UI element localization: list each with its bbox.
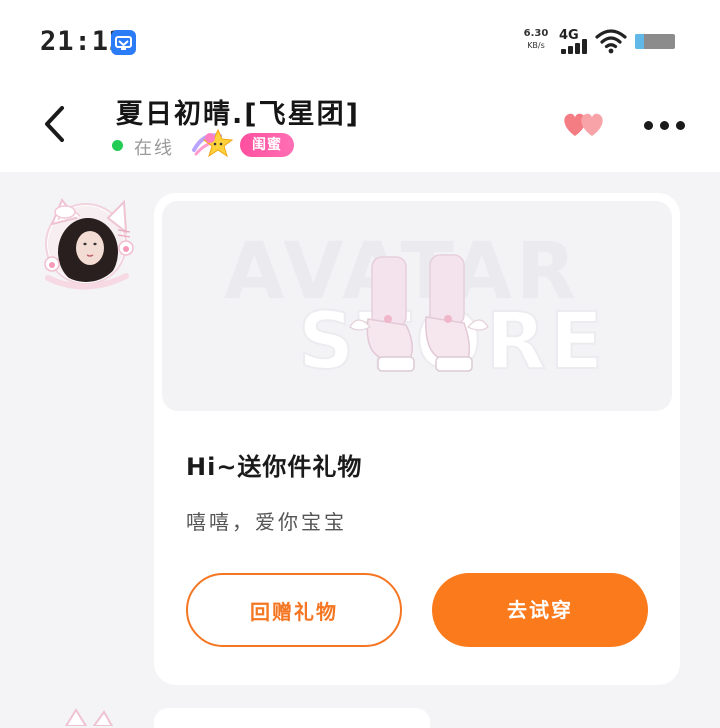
gift-title: Hi~送你件礼物 (186, 453, 363, 481)
return-gift-button[interactable]: 回赠礼物 (186, 573, 402, 647)
gift-message: 嘻嘻，爱你宝宝 (186, 510, 347, 534)
star-badge-icon (192, 128, 234, 158)
net-speed-unit: KB/s (527, 41, 545, 50)
battery-fill (635, 34, 644, 49)
chat-header: 夏日初晴.[飞星团] 在线 闺蜜 (0, 84, 720, 172)
boots-icon (349, 254, 489, 372)
more-icon[interactable] (640, 110, 688, 140)
wifi-icon (595, 29, 627, 54)
try-on-button[interactable]: 去试穿 (432, 573, 648, 647)
chevron-left-icon[interactable] (36, 102, 76, 146)
sender-avatar[interactable] (38, 192, 138, 296)
status-bar: 21:12 6.30 KB/s 4G (0, 0, 720, 84)
next-message-avatar[interactable] (60, 706, 120, 726)
net-speed-value: 6.30 (523, 28, 549, 39)
contact-name[interactable]: 夏日初晴.[飞星团] (116, 92, 360, 131)
signal-icon (559, 38, 591, 54)
app-notification-icon (111, 30, 136, 55)
gift-image[interactable]: AVATAR STORE (162, 201, 672, 411)
gift-message-card[interactable]: AVATAR STORE Hi~送你件礼物 嘻嘻，爱你宝宝 回赠礼物 去试穿 (154, 193, 680, 685)
next-message-card[interactable] (154, 708, 430, 728)
relationship-tag: 闺蜜 (240, 133, 294, 157)
online-status-dot (112, 140, 123, 151)
net-speed: 6.30 KB/s (518, 28, 554, 52)
online-status-text: 在线 (134, 138, 174, 159)
hearts-icon[interactable] (560, 106, 610, 142)
battery-icon (635, 34, 675, 49)
